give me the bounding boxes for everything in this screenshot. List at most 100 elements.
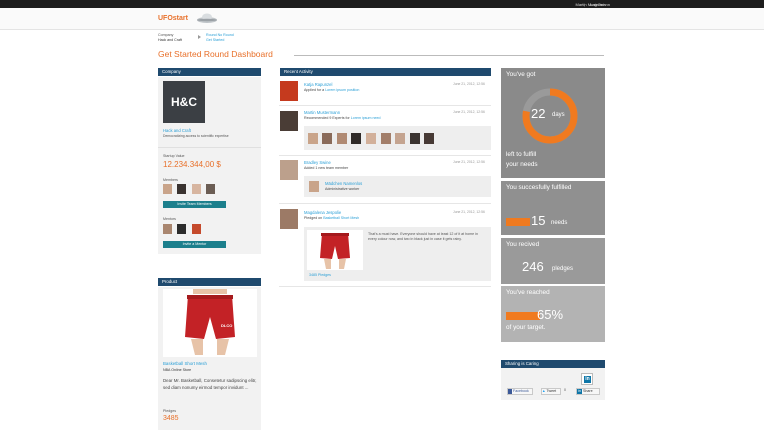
expert-avatar[interactable]: [351, 133, 361, 144]
company-description: Democratizing access to scientific exper…: [163, 134, 229, 138]
pledge-product-image[interactable]: [307, 230, 363, 270]
days-progress-ring: [522, 88, 578, 144]
new-member-box: Mädchen Namenlos Administrative worker: [304, 176, 491, 197]
top-bar: Martin Mustermann | | Log Out: [0, 0, 764, 8]
needs-box-heading: You succesfully fulfilled: [506, 184, 572, 191]
facebook-share-button[interactable]: Facebook: [507, 388, 533, 395]
member-avatar[interactable]: [206, 184, 215, 194]
sharing-panel-heading: Sharing is Caring: [501, 360, 605, 368]
expert-avatar[interactable]: [308, 133, 318, 144]
needs-fulfilled-box: You succesfully fulfilled 15 needs: [501, 181, 605, 235]
activity-date: June 21, 2012, 12:56: [453, 110, 485, 114]
needs-bar: [506, 218, 530, 226]
twitter-bird-icon: ▲: [542, 389, 546, 393]
activity-text: Applied for a Lorem ipsum position: [304, 88, 359, 92]
breadcrumb-company-name[interactable]: Hack and Craft: [158, 38, 182, 43]
company-panel: H&C Hack and Craft Democratizing access …: [158, 77, 261, 254]
activity-avatar[interactable]: [280, 160, 298, 180]
product-pledges-count: 3485: [163, 415, 179, 422]
activity-link[interactable]: Basketball Short Mesh: [323, 216, 359, 220]
site-logo[interactable]: UFOstart: [158, 15, 188, 22]
invite-mentor-button[interactable]: Invite a Mentor: [163, 241, 226, 248]
new-member-name-link[interactable]: Mädchen Namenlos: [325, 181, 362, 186]
tweet-count: 0: [564, 388, 566, 392]
company-logo[interactable]: H&C: [163, 81, 205, 123]
product-store: NBA Online Store: [163, 368, 192, 372]
mentor-avatar[interactable]: [177, 224, 186, 234]
days-box-heading: You've got: [506, 71, 536, 78]
expert-avatar[interactable]: [395, 133, 405, 144]
activity-user-link[interactable]: Bradley Swine: [304, 160, 331, 165]
new-member-avatar[interactable]: [309, 181, 319, 192]
product-name-link[interactable]: Basketball Short Mesh: [163, 361, 207, 366]
pledges-received-number: 246: [522, 259, 544, 274]
activity-text: Added 1 new team member: [304, 166, 349, 170]
product-image[interactable]: [163, 289, 257, 357]
mentor-avatar[interactable]: [192, 224, 201, 234]
activity-avatar[interactable]: [280, 209, 298, 229]
activity-text: Recommended 9 Experts for Lorem ipsum ne…: [304, 116, 381, 120]
member-avatar[interactable]: [163, 184, 172, 194]
expert-avatar[interactable]: [337, 133, 347, 144]
expert-avatar[interactable]: [410, 133, 420, 144]
facebook-icon: [508, 389, 512, 394]
member-avatar[interactable]: [177, 184, 186, 194]
breadcrumb-round-name[interactable]: Get Started: [206, 38, 234, 43]
expert-avatar[interactable]: [322, 133, 332, 144]
activity-divider: [279, 155, 491, 156]
company-divider: [158, 147, 261, 148]
target-box-heading: You've reached: [506, 289, 550, 296]
linkedin-icon: in: [584, 376, 591, 383]
days-unit: days: [552, 112, 565, 118]
activity-user-link[interactable]: Martin Mustermann: [304, 110, 340, 115]
page-title: Get Started Round Dashboard: [158, 49, 273, 59]
needs-unit: needs: [551, 220, 568, 226]
product-description: Dear Mr. Basketball, Consetetur sadipsci…: [163, 378, 257, 390]
target-bar: [506, 312, 540, 320]
activity-date: June 21, 2012, 12:56: [453, 82, 485, 86]
target-percent: 65%: [537, 307, 564, 322]
tweet-label: Tweet: [546, 389, 557, 393]
linkedin-share-label: Share: [583, 389, 593, 393]
expert-avatar[interactable]: [366, 133, 376, 144]
pledges-received-box: You recived 246 pledges: [501, 238, 605, 284]
breadcrumb-current: Round No Round Get Started: [206, 33, 234, 43]
days-sub2: your needs: [506, 161, 538, 168]
new-member-role: Administrative worker: [325, 187, 360, 191]
company-name-link[interactable]: Hack and Craft: [163, 128, 191, 133]
mentors-label: Mentors: [163, 217, 176, 221]
expert-avatar[interactable]: [424, 133, 434, 144]
expert-avatar[interactable]: [381, 133, 391, 144]
recommended-experts-box: [304, 126, 491, 150]
activity-user-link[interactable]: Magdalena Jespolie: [304, 210, 341, 215]
members-label: Members: [163, 178, 178, 182]
tweet-button[interactable]: ▲ Tweet: [541, 388, 561, 395]
activity-avatar[interactable]: [280, 81, 298, 101]
activity-avatar[interactable]: [280, 111, 298, 131]
logout-link[interactable]: Log Out: [590, 2, 604, 7]
activity-link[interactable]: Lorem ipsum position: [325, 88, 359, 92]
mentor-avatar[interactable]: [163, 224, 172, 234]
activity-user-link[interactable]: Katja Rapunzel: [304, 82, 332, 87]
pledges-box-heading: You recived: [506, 241, 540, 248]
linkedin-follow-button[interactable]: in: [581, 373, 593, 385]
days-sub1: left to fulfill: [506, 151, 537, 158]
activity-date: June 21, 2012, 12:56: [453, 160, 485, 164]
topbar-separator-visible: |: [584, 2, 586, 7]
activity-text-main: Recommended 9 Experts for: [304, 116, 351, 120]
linkedin-share-button[interactable]: in Share: [576, 388, 600, 395]
pledges-received-unit: pledges: [552, 266, 574, 272]
pledge-comment: That's a must have. Everyone should have…: [368, 232, 478, 241]
activity-divider: [279, 286, 491, 287]
valuation-value: 12.234.344,00 $: [163, 160, 221, 169]
activity-text-main: Applied for a: [304, 88, 326, 92]
activity-link[interactable]: Lorem ipsum need: [351, 116, 381, 120]
pledge-count-link[interactable]: 3485 Pledges: [309, 273, 331, 277]
shorts-print: DLCO: [221, 323, 233, 328]
member-avatar[interactable]: [192, 184, 201, 194]
days-number: 22: [531, 106, 546, 121]
activity-panel-heading: Recent Activity: [280, 68, 491, 76]
product-panel: DLCO Basketball Short Mesh NBA Online St…: [158, 287, 261, 430]
invite-members-button[interactable]: Invite Team Members: [163, 201, 226, 208]
pledge-box: That's a must have. Everyone should have…: [304, 227, 491, 281]
